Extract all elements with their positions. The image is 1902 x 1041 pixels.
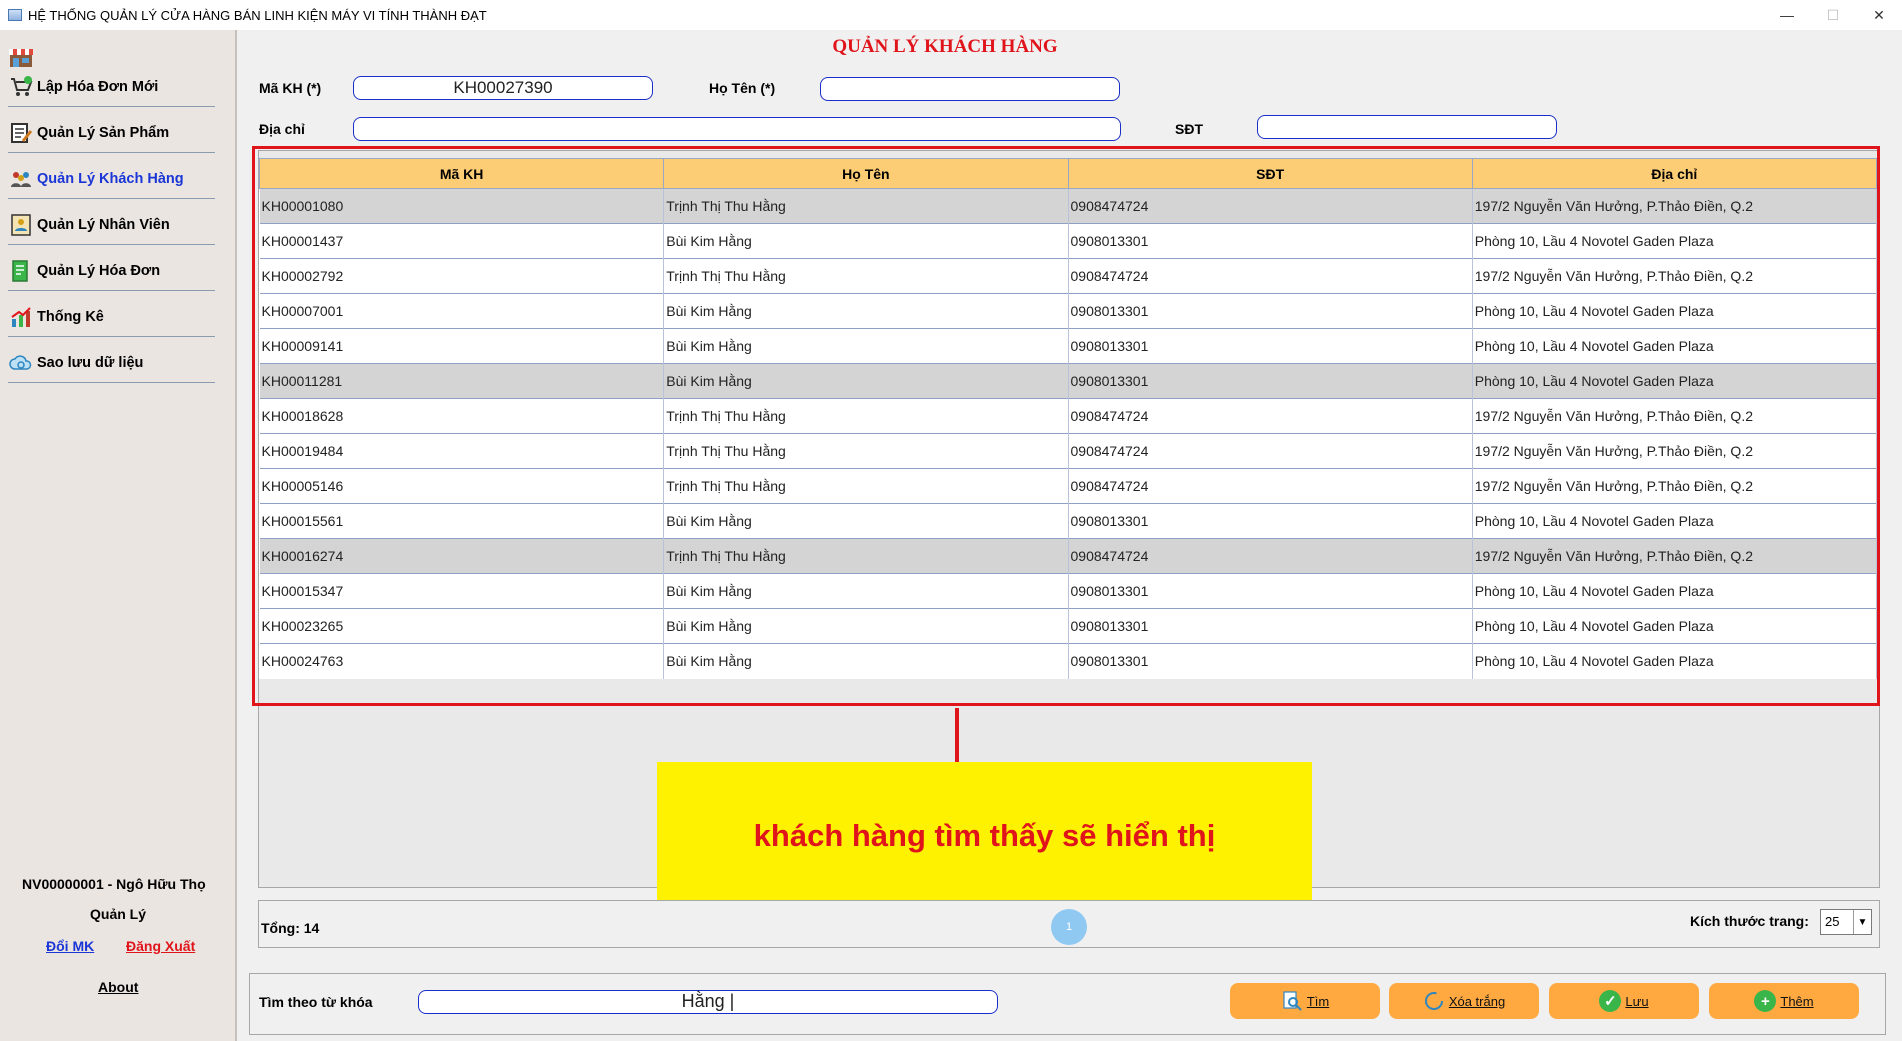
sidebar-item-label: Quản Lý Sản Phẩm (37, 124, 170, 141)
window-title: HỆ THỐNG QUẢN LÝ CỬA HÀNG BÁN LINH KIỆN … (28, 7, 487, 23)
backup-icon (8, 350, 34, 376)
ma-kh-field[interactable]: KH00027390 (353, 76, 653, 100)
search-icon (1281, 990, 1303, 1012)
save-button-label: Lưu (1625, 993, 1649, 1009)
search-input[interactable]: Hằng | (418, 990, 998, 1014)
clear-button[interactable]: Xóa trắng (1389, 983, 1539, 1019)
clear-button-label: Xóa trắng (1448, 993, 1506, 1009)
add-button-label: Thêm (1780, 993, 1814, 1009)
sidebar-item-label: Lập Hóa Đơn Mới (37, 78, 159, 95)
store-icon (9, 49, 33, 67)
sidebar-item-quan-ly-san-pham[interactable]: Quản Lý Sản Phẩm (8, 113, 215, 153)
chart-icon (8, 304, 34, 330)
annotation-connector (955, 708, 959, 762)
dia-chi-label: Địa chỉ (259, 121, 305, 137)
maximize-button[interactable]: ☐ (1810, 0, 1856, 30)
check-icon: ✓ (1599, 990, 1622, 1012)
close-button[interactable]: ✕ (1856, 0, 1902, 30)
logout-link[interactable]: Đăng Xuất (126, 938, 195, 954)
ma-kh-label: Mã KH (*) (259, 80, 322, 96)
sidebar-item-lap-hoa-don[interactable]: Lập Hóa Đơn Mới (8, 67, 215, 107)
page-size-value: 25 (1825, 914, 1840, 929)
sidebar-item-label: Quản Lý Nhân Viên (37, 216, 170, 233)
sidebar-item-thong-ke[interactable]: Thống Kê (8, 297, 215, 337)
page-size-select[interactable]: 25 ▼ (1820, 909, 1872, 935)
total-count: Tổng: 14 (261, 920, 320, 936)
invoice-icon (8, 258, 34, 284)
add-button[interactable]: + Thêm (1709, 983, 1859, 1019)
ho-ten-field[interactable] (820, 77, 1120, 101)
edit-icon (8, 120, 34, 146)
plus-icon: + (1754, 990, 1777, 1012)
sidebar-item-quan-ly-nhan-vien[interactable]: Quản Lý Nhân Viên (8, 205, 215, 245)
search-button[interactable]: Tìm (1230, 983, 1380, 1019)
sidebar-item-quan-ly-khach-hang[interactable]: Quản Lý Khách Hàng (8, 159, 215, 199)
save-button[interactable]: ✓ Lưu (1549, 983, 1699, 1019)
sidebar-item-label: Quản Lý Hóa Đơn (37, 262, 161, 279)
sidebar-item-sao-luu-du-lieu[interactable]: Sao lưu dữ liệu (8, 343, 215, 383)
change-password-link[interactable]: Đổi MK (46, 938, 94, 954)
app-icon (8, 9, 22, 21)
about-link[interactable]: About (98, 979, 138, 995)
user-role: Quản Lý (90, 906, 147, 922)
highlight-box (252, 146, 1880, 706)
employee-icon (8, 212, 34, 238)
page-button-current[interactable]: 1 (1051, 909, 1087, 945)
page-title: QUẢN LÝ KHÁCH HÀNG (832, 36, 1058, 57)
search-label: Tìm theo từ khóa (259, 994, 373, 1010)
refresh-icon (1423, 990, 1445, 1012)
ho-ten-label: Họ Tên (*) (709, 80, 776, 96)
sdt-field[interactable] (1257, 115, 1557, 139)
dia-chi-field[interactable] (353, 117, 1121, 141)
title-bar: HỆ THỐNG QUẢN LÝ CỬA HÀNG BÁN LINH KIỆN … (0, 0, 1902, 30)
window-controls: — ☐ ✕ (1764, 0, 1902, 30)
customers-icon (8, 166, 34, 192)
minimize-button[interactable]: — (1764, 0, 1810, 30)
annotation-text: khách hàng tìm thấy sẽ hiển thị (753, 817, 1216, 853)
cart-icon (8, 74, 34, 100)
sidebar-item-label: Thống Kê (37, 308, 104, 325)
sidebar-item-label: Quản Lý Khách Hàng (37, 170, 184, 187)
sidebar-item-quan-ly-hoa-don[interactable]: Quản Lý Hóa Đơn (8, 251, 215, 291)
chevron-down-icon[interactable]: ▼ (1853, 910, 1871, 934)
annotation-callout: khách hàng tìm thấy sẽ hiển thị (657, 762, 1312, 909)
page-size-label: Kích thước trang: (1690, 913, 1809, 929)
search-button-label: Tìm (1306, 993, 1330, 1009)
sidebar-item-label: Sao lưu dữ liệu (37, 354, 144, 371)
user-info: NV00000001 - Ngô Hữu Thọ (22, 876, 206, 892)
sdt-label: SĐT (1175, 121, 1203, 137)
